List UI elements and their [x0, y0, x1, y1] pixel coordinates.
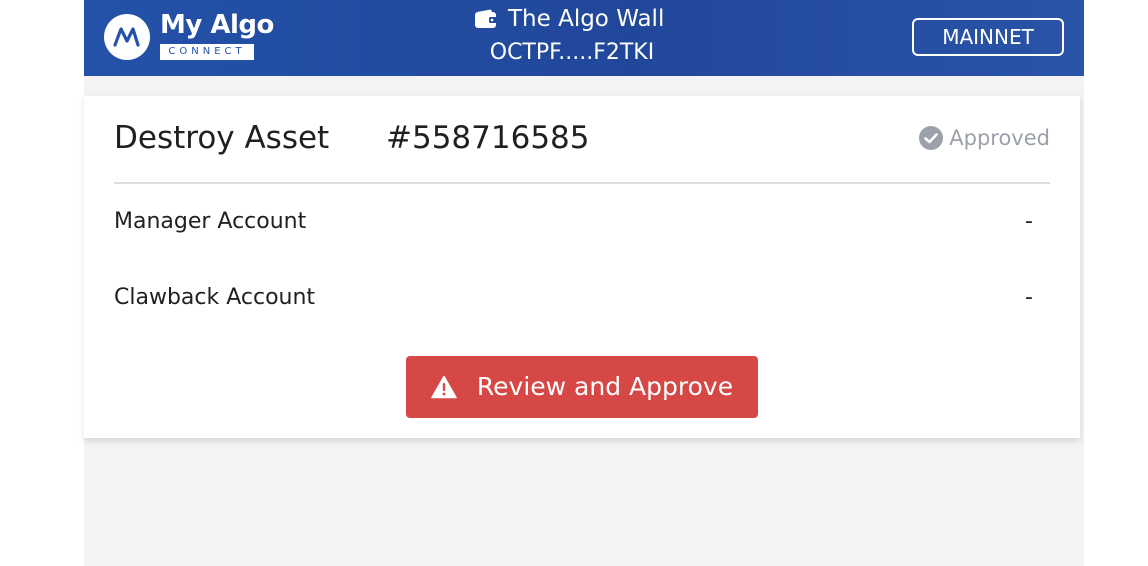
divider [114, 182, 1050, 184]
app-container: My Algo CONNECT The Algo Wall OCTPF.....… [84, 0, 1084, 566]
wallet-address: OCTPF.....F2TKI [489, 40, 655, 65]
review-approve-label: Review and Approve [476, 372, 734, 401]
wallet-icon [474, 9, 498, 29]
myalgo-logo-icon [104, 14, 150, 60]
clawback-account-value: - [1025, 285, 1033, 310]
review-approve-button[interactable]: Review and Approve [406, 356, 758, 418]
clawback-account-label: Clawback Account [114, 285, 316, 310]
network-button[interactable]: MAINNET [912, 18, 1064, 56]
wallet-name: The Algo Wall [508, 6, 665, 32]
warning-triangle-icon [431, 375, 457, 399]
status-label: Approved [949, 126, 1050, 150]
manager-account-label: Manager Account [114, 209, 307, 234]
brand-name: My Algo [160, 10, 274, 40]
transaction-card: Destroy Asset #558716585 Approved Manage… [84, 96, 1080, 438]
header-bar: My Algo CONNECT The Algo Wall OCTPF.....… [84, 0, 1084, 76]
wallet-info: The Algo Wall [474, 4, 664, 34]
manager-account-value: - [1025, 209, 1033, 234]
transaction-title: Destroy Asset [114, 120, 330, 156]
status-badge: Approved [919, 122, 1050, 154]
asset-id: #558716585 [386, 120, 590, 156]
check-circle-icon [919, 126, 944, 150]
brand-subtitle: CONNECT [160, 44, 254, 60]
